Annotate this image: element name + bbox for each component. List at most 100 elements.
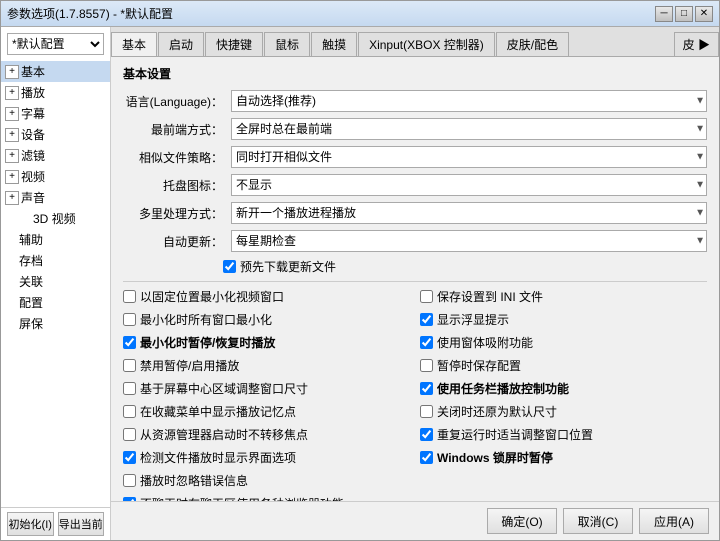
checkboxes-area: 以固定位置最小化视频窗口保存设置到 INI 文件最小化时所有窗口最小化显示浮显提… [123, 281, 707, 501]
form-select-2[interactable]: 同时打开相似文件 [231, 146, 707, 168]
checkbox-input-right-6[interactable] [420, 428, 433, 441]
checkbox-label-left-2: 最小化时暂停/恢复时播放 [140, 334, 275, 351]
cancel-button[interactable]: 取消(C) [563, 508, 633, 534]
tree-expander-play[interactable]: + [5, 86, 19, 100]
sidebar-item-label-3d: 3D 视频 [33, 210, 76, 227]
checkbox-right-3: 暂停时保存配置 [420, 357, 707, 374]
checkbox-input-left-7[interactable] [123, 451, 136, 464]
checkbox-input-left-3[interactable] [123, 359, 136, 372]
sidebar-item-assist[interactable]: 辅助 [1, 229, 110, 250]
checkbox-input-left-1[interactable] [123, 313, 136, 326]
checkbox-label-right-5: 关闭时还原为默认尺寸 [437, 403, 557, 420]
sidebar: *默认配置 +基本+播放+字幕+设备+滤镜+视频+声音3D 视频辅助存档关联配置… [1, 27, 111, 540]
sidebar-item-screen[interactable]: 屏保 [1, 313, 110, 334]
maximize-button[interactable]: □ [675, 6, 693, 22]
tree-expander-basic[interactable]: + [5, 65, 19, 79]
checkbox-label-left-0: 以固定位置最小化视频窗口 [140, 288, 284, 305]
sidebar-item-device[interactable]: +设备 [1, 124, 110, 145]
tab-mouse[interactable]: 鼠标 [264, 32, 310, 57]
checkbox-right-5: 关闭时还原为默认尺寸 [420, 403, 707, 420]
sidebar-item-3d[interactable]: 3D 视频 [1, 208, 110, 229]
checkbox-input-right-7[interactable] [420, 451, 433, 464]
sidebar-item-label-filter: 滤镜 [21, 147, 45, 164]
sidebar-item-config[interactable]: 配置 [1, 292, 110, 313]
predownload-text: 预先下载更新文件 [240, 258, 336, 275]
sidebar-item-shortcut[interactable]: 关联 [1, 271, 110, 292]
tab-xinput[interactable]: Xinput(XBOX 控制器) [358, 32, 495, 57]
sidebar-item-play[interactable]: +播放 [1, 82, 110, 103]
form-label-4: 多里处理方式： [123, 205, 223, 222]
form-select-1[interactable]: 全屏时总在最前端 [231, 118, 707, 140]
sidebar-bottom: 初始化(I) 导出当前配置(S)... [1, 507, 110, 540]
checkbox-label-left-5: 在收藏菜单中显示播放记忆点 [140, 403, 296, 420]
tree-expander-device[interactable]: + [5, 128, 19, 142]
checkbox-right-0: 保存设置到 INI 文件 [420, 288, 707, 305]
form-row-2: 相似文件策略：同时打开相似文件▼ [123, 146, 707, 168]
sidebar-item-label-assist: 辅助 [19, 231, 43, 248]
form-select-3[interactable]: 不显示 [231, 174, 707, 196]
predownload-checkbox[interactable] [223, 260, 236, 273]
sidebar-item-label-video: 视频 [21, 168, 45, 185]
apply-button[interactable]: 应用(A) [639, 508, 709, 534]
minimize-button[interactable]: ─ [655, 6, 673, 22]
ok-button[interactable]: 确定(O) [487, 508, 557, 534]
init-button[interactable]: 初始化(I) [7, 512, 54, 536]
tab-skin[interactable]: 皮肤/配色 [496, 32, 569, 57]
sidebar-tree: +基本+播放+字幕+设备+滤镜+视频+声音3D 视频辅助存档关联配置屏保 [1, 59, 110, 507]
checkbox-input-right-1[interactable] [420, 313, 433, 326]
checkbox-input-right-2[interactable] [420, 336, 433, 349]
form-select-4[interactable]: 新开一个播放进程播放 [231, 202, 707, 224]
bottom-bar: 确定(O)取消(C)应用(A) [111, 501, 719, 540]
form-label-1: 最前端方式： [123, 121, 223, 138]
close-button[interactable]: ✕ [695, 6, 713, 22]
sidebar-item-save[interactable]: 存档 [1, 250, 110, 271]
form-row-0: 语言(Language)：自动选择(推荐)▼ [123, 90, 707, 112]
checkbox-input-left-5[interactable] [123, 405, 136, 418]
export-button[interactable]: 导出当前配置(S)... [58, 512, 105, 536]
profile-dropdown-wrapper: *默认配置 [7, 33, 104, 55]
checkbox-input-left-0[interactable] [123, 290, 136, 303]
checkbox-input-right-4[interactable] [420, 382, 433, 395]
sidebar-item-video[interactable]: +视频 [1, 166, 110, 187]
checkbox-input-right-0[interactable] [420, 290, 433, 303]
select-wrapper-0: 自动选择(推荐)▼ [231, 90, 707, 112]
tree-expander-font[interactable]: + [5, 107, 19, 121]
checkbox-left-6: 从资源管理器启动时不转移焦点 [123, 426, 410, 443]
sidebar-item-filter[interactable]: +滤镜 [1, 145, 110, 166]
tab-shortcut[interactable]: 快捷键 [205, 32, 263, 57]
checkbox-input-right-5[interactable] [420, 405, 433, 418]
tab-basic[interactable]: 基本 [111, 32, 157, 57]
form-rows: 语言(Language)：自动选择(推荐)▼最前端方式：全屏时总在最前端▼相似文… [123, 90, 707, 252]
form-row-4: 多里处理方式：新开一个播放进程播放▼ [123, 202, 707, 224]
tree-expander-filter[interactable]: + [5, 149, 19, 163]
checkbox-label-right-3: 暂停时保存配置 [437, 357, 521, 374]
checkbox-right-6: 重复运行时适当调整窗口位置 [420, 426, 707, 443]
checkbox-input-left-6[interactable] [123, 428, 136, 441]
checkbox-input-left-8[interactable] [123, 474, 136, 487]
tree-expander-video[interactable]: + [5, 170, 19, 184]
form-select-0[interactable]: 自动选择(推荐) [231, 90, 707, 112]
checkbox-input-right-3[interactable] [420, 359, 433, 372]
tree-expander-audio[interactable]: + [5, 191, 19, 205]
checkbox-label-right-7: Windows 锁屏时暂停 [437, 449, 553, 466]
checkbox-label-right-0: 保存设置到 INI 文件 [437, 288, 543, 305]
checkbox-left-3: 禁用暂停/启用播放 [123, 357, 410, 374]
tab-more[interactable]: 皮 ▶ [674, 32, 719, 57]
checkbox-input-left-2[interactable] [123, 336, 136, 349]
checkbox-label-right-2: 使用窗体吸附功能 [437, 334, 533, 351]
sidebar-item-font[interactable]: +字幕 [1, 103, 110, 124]
title-buttons: ─ □ ✕ [655, 6, 713, 22]
tab-touch[interactable]: 触摸 [311, 32, 357, 57]
title-bar: 参数选项(1.7.8557) - *默认配置 ─ □ ✕ [1, 1, 719, 27]
predownload-label: 预先下载更新文件 [223, 258, 336, 275]
sidebar-item-label-device: 设备 [21, 126, 45, 143]
checkbox-label-left-3: 禁用暂停/启用播放 [140, 357, 239, 374]
tab-start[interactable]: 启动 [158, 32, 204, 57]
form-label-5: 自动更新： [123, 233, 223, 250]
sidebar-item-audio[interactable]: +声音 [1, 187, 110, 208]
form-row-5: 自动更新：每星期检查▼ [123, 230, 707, 252]
checkbox-input-left-4[interactable] [123, 382, 136, 395]
form-select-5[interactable]: 每星期检查 [231, 230, 707, 252]
profile-select[interactable]: *默认配置 [7, 33, 104, 55]
sidebar-item-basic[interactable]: +基本 [1, 61, 110, 82]
